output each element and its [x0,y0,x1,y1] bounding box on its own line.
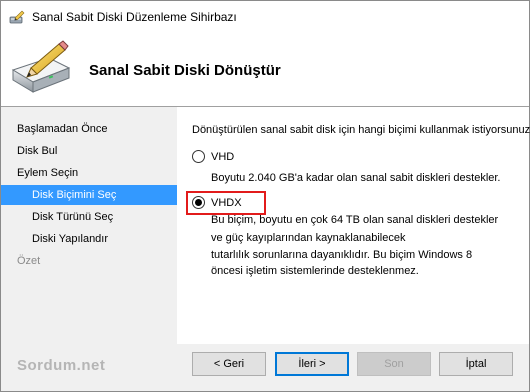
watermark-text: Sordum.net [17,357,106,374]
vhd-description: Boyutu 2.040 GB'a kadar olan sanal sabit… [211,172,501,184]
window-title: Sanal Sabit Diski Düzenleme Sihirbazı [32,9,237,24]
cancel-button[interactable]: İptal [439,352,513,376]
wizard-header: Sanal Sabit Diski Dönüştür [1,32,529,106]
nav-item-locate-disk[interactable]: Disk Bul [1,141,177,161]
vhdx-label[interactable]: VHDX [211,197,242,209]
nav-item-choose-disk-type[interactable]: Disk Türünü Seç [1,207,177,227]
finish-button[interactable]: Son [357,352,431,376]
vhdx-description-line-2: ve güç kayıplarından kaynaklanabilecek [211,232,406,244]
nav-item-before-you-begin[interactable]: Başlamadan Önce [1,119,177,139]
disk-edit-app-icon [9,10,25,23]
nav-item-summary[interactable]: Özet [1,251,177,271]
disk-pencil-icon [11,40,71,93]
wizard-content: Dönüştürülen sanal sabit disk için hangi… [178,107,530,344]
wizard-footer: Sordum.net < Geri İleri > Son İptal [1,344,529,391]
vhd-label[interactable]: VHD [211,151,234,163]
title-bar: Sanal Sabit Diski Düzenleme Sihirbazı [1,1,529,32]
nav-item-choose-disk-format[interactable]: Disk Biçimini Seç [1,185,177,205]
next-button[interactable]: İleri > [275,352,349,376]
vhdx-description-line-1: Bu biçim, boyutu en çok 64 TB olan sanal… [211,214,499,226]
format-question: Dönüştürülen sanal sabit disk için hangi… [192,124,530,136]
vhdx-description-line-4: öncesi işletim sistemlerinde desteklenme… [211,265,419,277]
vhdx-radio[interactable] [192,196,205,209]
vhd-radio[interactable] [192,150,205,163]
nav-item-choose-action[interactable]: Eylem Seçin [1,163,177,183]
vhdx-description-line-3: tutarlılık sorunlarına dayanıklıdır. Bu … [211,249,473,261]
vhd-option[interactable]: VHD [192,150,234,163]
back-button[interactable]: < Geri [192,352,266,376]
page-title: Sanal Sabit Diski Dönüştür [89,62,281,79]
wizard-window: Sanal Sabit Diski Düzenleme Sihirbazı Sa… [0,0,530,392]
nav-item-configure-disk[interactable]: Diski Yapılandır [1,229,177,249]
wizard-steps-nav: Başlamadan Önce Disk Bul Eylem Seçin Dis… [1,107,177,344]
vhdx-option[interactable]: VHDX [192,196,242,209]
